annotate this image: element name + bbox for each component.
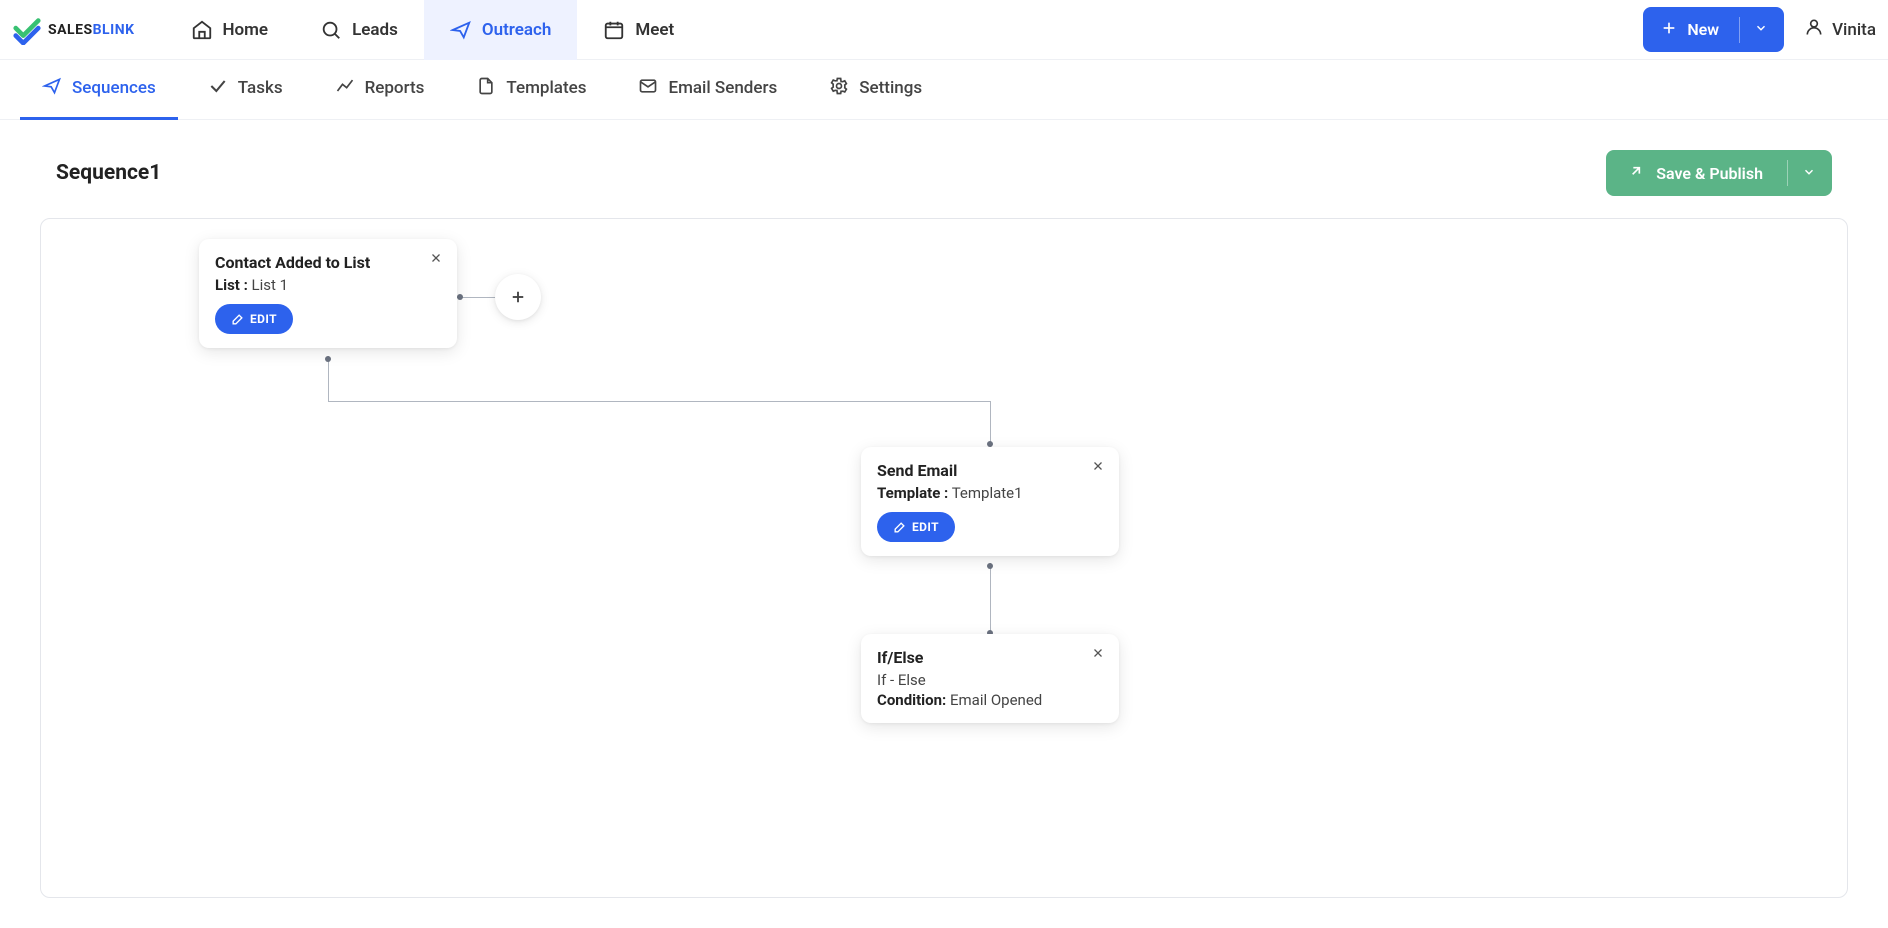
node-title: Contact Added to List — [215, 253, 441, 272]
send-icon — [42, 76, 62, 101]
sub-nav: Sequences Tasks Reports Templates Email … — [0, 60, 1888, 120]
edit-button[interactable]: EDIT — [215, 304, 293, 334]
nav-meet[interactable]: Meet — [577, 0, 700, 60]
edit-icon — [893, 521, 906, 534]
page-header: Sequence1 Save & Publish — [20, 150, 1868, 196]
nav-label: Outreach — [482, 20, 552, 40]
connector-dot — [987, 563, 993, 569]
top-nav: SALESBLINK Home Leads Outreach Meet New — [0, 0, 1888, 60]
close-icon[interactable] — [1089, 457, 1107, 475]
nav-label: Meet — [635, 20, 674, 40]
save-button-label: Save & Publish — [1656, 164, 1763, 183]
plus-icon — [509, 288, 527, 306]
connector-dot — [457, 294, 463, 300]
new-button-label: New — [1687, 20, 1719, 39]
edit-button-label: EDIT — [912, 520, 939, 534]
subnav-label: Email Senders — [668, 78, 777, 98]
subnav-tasks[interactable]: Tasks — [186, 60, 305, 120]
search-icon — [320, 19, 342, 41]
node-detail: List : List 1 — [215, 276, 441, 294]
subnav-label: Settings — [859, 78, 922, 98]
chevron-down-icon[interactable] — [1802, 164, 1816, 183]
check-icon — [208, 76, 228, 101]
nav-home[interactable]: Home — [165, 0, 295, 60]
chart-icon — [335, 76, 355, 101]
node-detail: Condition: Email Opened — [877, 691, 1103, 709]
subnav-email-senders[interactable]: Email Senders — [616, 60, 799, 120]
close-icon[interactable] — [427, 249, 445, 267]
logo-text: SALESBLINK — [48, 22, 135, 38]
subnav-label: Templates — [506, 78, 586, 98]
gear-icon — [829, 76, 849, 101]
nav-label: Leads — [352, 20, 398, 40]
connector-line — [328, 356, 329, 401]
logo-mark-icon — [12, 15, 42, 45]
subnav-settings[interactable]: Settings — [807, 60, 944, 120]
send-icon — [450, 19, 472, 41]
save-publish-button[interactable]: Save & Publish — [1606, 150, 1832, 196]
subnav-sequences[interactable]: Sequences — [20, 60, 178, 120]
nav-label: Home — [223, 20, 269, 40]
edit-button[interactable]: EDIT — [877, 512, 955, 542]
node-send-email[interactable]: Send Email Template : Template1 EDIT — [861, 447, 1119, 556]
subnav-reports[interactable]: Reports — [313, 60, 447, 120]
arrow-out-icon — [1628, 163, 1644, 183]
add-step-button[interactable] — [495, 274, 541, 320]
file-icon — [476, 76, 496, 101]
subnav-templates[interactable]: Templates — [454, 60, 608, 120]
node-title: Send Email — [877, 461, 1103, 480]
mail-icon — [638, 76, 658, 101]
subnav-label: Sequences — [72, 78, 156, 98]
node-detail: Template : Template1 — [877, 484, 1103, 502]
calendar-icon — [603, 19, 625, 41]
home-icon — [191, 19, 213, 41]
node-subtitle: If - Else — [877, 671, 1103, 689]
new-button[interactable]: New — [1643, 7, 1784, 52]
connector-line — [328, 401, 991, 402]
user-icon — [1804, 17, 1824, 42]
user-menu[interactable]: Vinita — [1804, 17, 1876, 42]
node-if-else[interactable]: If/Else If - Else Condition: Email Opene… — [861, 634, 1119, 723]
connector-dot — [325, 356, 331, 362]
nav-outreach[interactable]: Outreach — [424, 0, 578, 60]
sequence-canvas[interactable]: Contact Added to List List : List 1 EDIT… — [40, 218, 1848, 898]
nav-leads[interactable]: Leads — [294, 0, 424, 60]
subnav-label: Reports — [365, 78, 425, 98]
logo[interactable]: SALESBLINK — [12, 15, 135, 45]
edit-icon — [231, 313, 244, 326]
plus-icon — [1661, 20, 1677, 40]
edit-button-label: EDIT — [250, 312, 277, 326]
close-icon[interactable] — [1089, 644, 1107, 662]
node-title: If/Else — [877, 648, 1103, 667]
connector-line — [990, 563, 991, 634]
user-name: Vinita — [1832, 20, 1876, 40]
chevron-down-icon[interactable] — [1754, 20, 1768, 39]
page-title: Sequence1 — [56, 161, 161, 185]
subnav-label: Tasks — [238, 78, 283, 98]
node-contact-added[interactable]: Contact Added to List List : List 1 EDIT — [199, 239, 457, 348]
